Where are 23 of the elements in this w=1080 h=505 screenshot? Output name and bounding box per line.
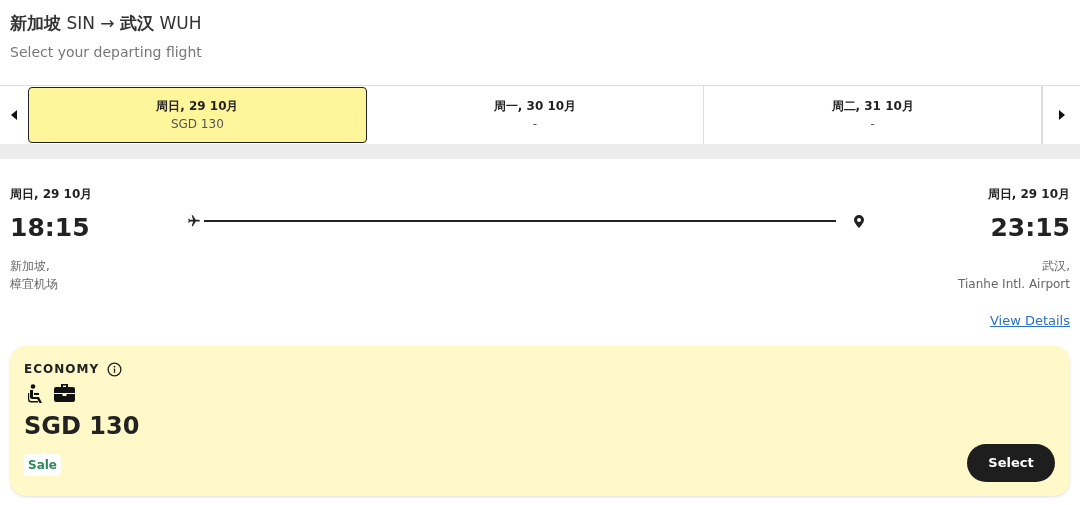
- departure-city: 新加坡,: [10, 257, 50, 275]
- departure-date: 周日, 29 10月: [10, 186, 93, 203]
- right-triangle-icon: [1058, 110, 1065, 120]
- page-subtitle: Select your departing flight: [10, 43, 202, 62]
- info-icon[interactable]: [107, 361, 123, 377]
- route-title: 新加坡 SIN → 武汉 WUH: [10, 12, 202, 35]
- arrival-time: 23:15: [990, 212, 1070, 244]
- left-triangle-icon: [11, 110, 17, 120]
- fare-price: SGD 130: [24, 411, 140, 442]
- departure-airport: 樟宜机场: [10, 275, 58, 293]
- airplane-icon: [186, 214, 201, 228]
- briefcase-icon: [54, 384, 75, 402]
- view-details-link[interactable]: View Details: [989, 310, 1070, 330]
- arrival-city: 武汉,: [1042, 257, 1070, 275]
- seated-person-icon: [28, 384, 44, 404]
- arrival-airport: Tianhe Intl. Airport: [958, 275, 1070, 293]
- select-button[interactable]: Select: [967, 444, 1055, 482]
- location-pin-icon: [853, 214, 864, 228]
- departure-time: 18:15: [10, 212, 90, 244]
- arrival-date: 周日, 29 10月: [987, 186, 1070, 203]
- date-tab[interactable]: 周日, 29 10月 SGD 130: [28, 87, 367, 143]
- cabin-class: ECONOMY: [24, 361, 100, 378]
- sale-tag: Sale: [24, 454, 61, 476]
